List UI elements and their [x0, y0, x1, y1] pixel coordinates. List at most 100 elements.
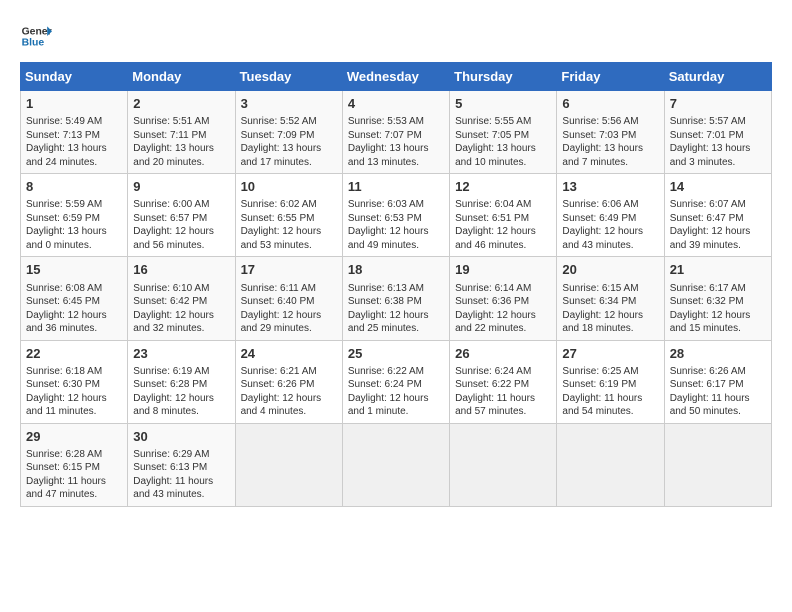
calendar-cell: 28Sunrise: 6:26 AM Sunset: 6:17 PM Dayli…	[664, 340, 771, 423]
day-number: 21	[670, 261, 766, 279]
day-number: 27	[562, 345, 658, 363]
day-info: Sunrise: 6:18 AM Sunset: 6:30 PM Dayligh…	[26, 365, 122, 419]
calendar-cell: 24 Sunrise: 6:21 AM Sunset: 6:26 PM Dayli…	[235, 340, 342, 423]
weekday-header: Sunday	[21, 63, 128, 91]
day-info: Sunrise: 6:07 AM Sunset: 6:47 PM Dayligh…	[670, 198, 766, 252]
calendar-cell: 16 Sunrise: 6:10 AM Sunset: 6:42 PM Dayli…	[128, 257, 235, 340]
day-number: 4	[348, 95, 444, 113]
calendar-cell	[235, 423, 342, 506]
day-number: 12	[455, 178, 551, 196]
day-info: Sunrise: 6:02 AM Sunset: 6:55 PM Dayligh…	[241, 198, 337, 252]
day-number: 29	[26, 428, 122, 446]
day-info: Sunrise: 6:00 AM Sunset: 6:57 PM Dayligh…	[133, 198, 229, 252]
weekday-header: Tuesday	[235, 63, 342, 91]
day-info: Sunrise: 6:04 AM Sunset: 6:51 PM Dayligh…	[455, 198, 551, 252]
day-info: Sunrise: 6:03 AM Sunset: 6:53 PM Dayligh…	[348, 198, 444, 252]
day-info: Sunrise: 5:52 AM Sunset: 7:09 PM Dayligh…	[241, 115, 337, 169]
day-info: Sunrise: 6:08 AM Sunset: 6:45 PM Dayligh…	[26, 282, 122, 336]
day-number: 1	[26, 95, 122, 113]
day-number: 17	[241, 261, 337, 279]
day-info: Sunrise: 6:11 AM Sunset: 6:40 PM Dayligh…	[241, 282, 337, 336]
calendar-cell	[450, 423, 557, 506]
day-info: Sunrise: 6:21 AM Sunset: 6:26 PM Dayligh…	[241, 365, 337, 419]
day-info: Sunrise: 6:13 AM Sunset: 6:38 PM Dayligh…	[348, 282, 444, 336]
calendar-cell: 4 Sunrise: 5:53 AM Sunset: 7:07 PM Daylig…	[342, 91, 449, 174]
calendar-cell: 21Sunrise: 6:17 AM Sunset: 6:32 PM Dayli…	[664, 257, 771, 340]
calendar-cell: 12 Sunrise: 6:04 AM Sunset: 6:51 PM Dayli…	[450, 174, 557, 257]
weekday-header: Monday	[128, 63, 235, 91]
day-info: Sunrise: 5:51 AM Sunset: 7:11 PM Dayligh…	[133, 115, 229, 169]
calendar-week-row: 22 Sunrise: 6:18 AM Sunset: 6:30 PM Dayli…	[21, 340, 772, 423]
calendar-week-row: 8Sunrise: 5:59 AM Sunset: 6:59 PM Daylig…	[21, 174, 772, 257]
day-info: Sunrise: 6:06 AM Sunset: 6:49 PM Dayligh…	[562, 198, 658, 252]
day-number: 22	[26, 345, 122, 363]
day-number: 23	[133, 345, 229, 363]
calendar-cell: 13 Sunrise: 6:06 AM Sunset: 6:49 PM Dayli…	[557, 174, 664, 257]
day-number: 16	[133, 261, 229, 279]
day-info: Sunrise: 5:49 AM Sunset: 7:13 PM Dayligh…	[26, 115, 122, 169]
day-number: 3	[241, 95, 337, 113]
calendar-cell: 6 Sunrise: 5:56 AM Sunset: 7:03 PM Daylig…	[557, 91, 664, 174]
day-number: 13	[562, 178, 658, 196]
calendar-cell: 11 Sunrise: 6:03 AM Sunset: 6:53 PM Dayli…	[342, 174, 449, 257]
day-number: 9	[133, 178, 229, 196]
day-info: Sunrise: 6:10 AM Sunset: 6:42 PM Dayligh…	[133, 282, 229, 336]
calendar-header: SundayMondayTuesdayWednesdayThursdayFrid…	[21, 63, 772, 91]
calendar-cell: 18 Sunrise: 6:13 AM Sunset: 6:38 PM Dayli…	[342, 257, 449, 340]
calendar-cell: 20 Sunrise: 6:15 AM Sunset: 6:34 PM Dayli…	[557, 257, 664, 340]
day-number: 15	[26, 261, 122, 279]
day-info: Sunrise: 6:29 AM Sunset: 6:13 PM Dayligh…	[133, 448, 229, 502]
weekday-header: Friday	[557, 63, 664, 91]
day-number: 14	[670, 178, 766, 196]
day-info: Sunrise: 6:14 AM Sunset: 6:36 PM Dayligh…	[455, 282, 551, 336]
day-number: 8	[26, 178, 122, 196]
calendar-cell: 23 Sunrise: 6:19 AM Sunset: 6:28 PM Dayli…	[128, 340, 235, 423]
day-info: Sunrise: 5:57 AM Sunset: 7:01 PM Dayligh…	[670, 115, 766, 169]
calendar-cell: 30 Sunrise: 6:29 AM Sunset: 6:13 PM Dayli…	[128, 423, 235, 506]
day-info: Sunrise: 6:28 AM Sunset: 6:15 PM Dayligh…	[26, 448, 122, 502]
svg-text:Blue: Blue	[22, 38, 45, 49]
day-number: 26	[455, 345, 551, 363]
logo-icon: General Blue	[20, 20, 52, 52]
day-info: Sunrise: 5:55 AM Sunset: 7:05 PM Dayligh…	[455, 115, 551, 169]
day-number: 11	[348, 178, 444, 196]
calendar-cell: 26Sunrise: 6:24 AM Sunset: 6:22 PM Dayli…	[450, 340, 557, 423]
calendar-cell: 27 Sunrise: 6:25 AM Sunset: 6:19 PM Dayli…	[557, 340, 664, 423]
calendar-week-row: 29 Sunrise: 6:28 AM Sunset: 6:15 PM Dayli…	[21, 423, 772, 506]
weekday-header: Thursday	[450, 63, 557, 91]
weekday-row: SundayMondayTuesdayWednesdayThursdayFrid…	[21, 63, 772, 91]
day-info: Sunrise: 6:15 AM Sunset: 6:34 PM Dayligh…	[562, 282, 658, 336]
calendar-cell: 22 Sunrise: 6:18 AM Sunset: 6:30 PM Dayli…	[21, 340, 128, 423]
calendar-cell: 7Sunrise: 5:57 AM Sunset: 7:01 PM Daylig…	[664, 91, 771, 174]
calendar-cell: 8Sunrise: 5:59 AM Sunset: 6:59 PM Daylig…	[21, 174, 128, 257]
day-info: Sunrise: 5:56 AM Sunset: 7:03 PM Dayligh…	[562, 115, 658, 169]
day-number: 30	[133, 428, 229, 446]
calendar-cell: 9 Sunrise: 6:00 AM Sunset: 6:57 PM Daylig…	[128, 174, 235, 257]
day-number: 10	[241, 178, 337, 196]
calendar-cell: 25Sunrise: 6:22 AM Sunset: 6:24 PM Dayli…	[342, 340, 449, 423]
calendar-week-row: 15 Sunrise: 6:08 AM Sunset: 6:45 PM Dayli…	[21, 257, 772, 340]
calendar-cell: 29 Sunrise: 6:28 AM Sunset: 6:15 PM Dayli…	[21, 423, 128, 506]
day-info: Sunrise: 6:19 AM Sunset: 6:28 PM Dayligh…	[133, 365, 229, 419]
calendar-cell	[342, 423, 449, 506]
calendar-week-row: 1 Sunrise: 5:49 AM Sunset: 7:13 PM Daylig…	[21, 91, 772, 174]
day-number: 18	[348, 261, 444, 279]
calendar-cell	[664, 423, 771, 506]
day-number: 2	[133, 95, 229, 113]
calendar-cell: 2 Sunrise: 5:51 AM Sunset: 7:11 PM Daylig…	[128, 91, 235, 174]
day-number: 25	[348, 345, 444, 363]
calendar-cell: 17 Sunrise: 6:11 AM Sunset: 6:40 PM Dayli…	[235, 257, 342, 340]
weekday-header: Saturday	[664, 63, 771, 91]
day-number: 6	[562, 95, 658, 113]
calendar-cell: 15 Sunrise: 6:08 AM Sunset: 6:45 PM Dayli…	[21, 257, 128, 340]
calendar-cell	[557, 423, 664, 506]
page-header: General Blue	[20, 20, 772, 52]
day-number: 19	[455, 261, 551, 279]
day-number: 20	[562, 261, 658, 279]
day-info: Sunrise: 6:25 AM Sunset: 6:19 PM Dayligh…	[562, 365, 658, 419]
day-number: 24	[241, 345, 337, 363]
calendar-cell: 5 Sunrise: 5:55 AM Sunset: 7:05 PM Daylig…	[450, 91, 557, 174]
calendar-cell: 1 Sunrise: 5:49 AM Sunset: 7:13 PM Daylig…	[21, 91, 128, 174]
day-info: Sunrise: 5:53 AM Sunset: 7:07 PM Dayligh…	[348, 115, 444, 169]
day-number: 5	[455, 95, 551, 113]
